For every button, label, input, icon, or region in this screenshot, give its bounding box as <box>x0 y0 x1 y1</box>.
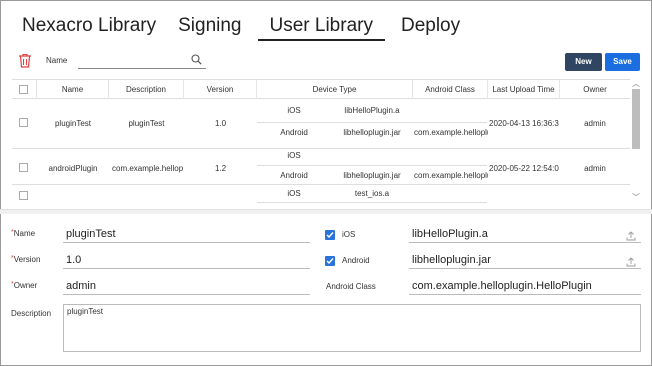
owner-field[interactable]: admin <box>63 279 310 295</box>
save-button[interactable]: Save <box>605 53 640 71</box>
select-all-checkbox[interactable] <box>19 85 28 94</box>
check-icon <box>326 232 334 239</box>
column-header-version[interactable]: Version <box>184 80 257 100</box>
row-name: pluginTest <box>54 119 92 128</box>
row-android-file: libhelloplugin.jar <box>343 171 401 180</box>
row-divider <box>257 165 487 166</box>
scroll-down-icon[interactable]: ﹀ <box>632 194 640 202</box>
column-header-device-type[interactable]: Device Type <box>257 80 413 100</box>
search-icon[interactable] <box>191 54 202 65</box>
row-ios-file: libHelloPlugin.a <box>344 106 400 115</box>
row-android-class: com.example.helloplug <box>414 171 488 180</box>
android-class-label: Android Class <box>326 282 376 291</box>
row-checkbox[interactable] <box>19 118 28 127</box>
description-field[interactable]: pluginTest <box>63 304 641 352</box>
android-label: Android <box>342 256 370 265</box>
row-divider <box>257 202 487 203</box>
table-row[interactable]: androidPlugin com.example.hellop 1.2 iOS… <box>12 149 630 185</box>
row-android-class: com.example.helloplug <box>414 128 488 137</box>
row-upload-time: 2020-05-22 12:54:0 <box>489 164 559 173</box>
row-ios-label: iOS <box>287 151 301 160</box>
owner-field-label: *Owner <box>11 281 38 290</box>
check-icon <box>326 258 334 265</box>
column-header-owner[interactable]: Owner <box>560 80 630 100</box>
row-checkbox[interactable] <box>19 163 28 172</box>
version-field-label: *Version <box>11 255 41 264</box>
search-name-label: Name <box>46 56 68 65</box>
column-header-last-upload-time[interactable]: Last Upload Time <box>488 80 560 100</box>
tab-user-library[interactable]: User Library <box>257 13 385 41</box>
ios-checkbox[interactable] <box>325 230 335 240</box>
ios-label: iOS <box>342 230 356 239</box>
grid-header: Name Description Version Device Type And… <box>12 79 630 100</box>
row-description: com.example.hellop <box>112 164 184 173</box>
description-field-label: Description <box>11 309 52 318</box>
upload-icon[interactable] <box>626 231 636 241</box>
column-header-name[interactable]: Name <box>37 80 109 100</box>
android-class-field[interactable]: com.example.helloplugin.HelloPlugin <box>409 279 641 295</box>
row-android-file: libhelloplugin.jar <box>343 128 401 137</box>
tab-nexacro-library[interactable]: Nexacro Library <box>16 13 162 41</box>
row-android-label: Android <box>280 128 308 137</box>
android-checkbox[interactable] <box>325 256 335 266</box>
row-ios-file: test_ios.a <box>354 189 390 198</box>
column-header-android-class[interactable]: Android Class <box>413 80 488 100</box>
android-file-field[interactable]: libhelloplugin.jar <box>409 253 641 269</box>
name-field-label: *Name <box>11 229 36 238</box>
search-input[interactable] <box>78 52 188 70</box>
library-grid: Name Description Version Device Type And… <box>12 79 642 206</box>
ios-file-field[interactable]: libHelloPlugin.a <box>409 227 641 243</box>
name-field[interactable]: pluginTest <box>63 227 310 243</box>
row-divider <box>257 122 487 123</box>
row-version: 1.0 <box>214 119 227 128</box>
grid-vertical-scrollbar[interactable]: ︿ ﹀ <box>630 79 642 206</box>
version-field[interactable]: 1.0 <box>63 253 310 269</box>
row-owner: admin <box>584 164 606 173</box>
table-row[interactable]: iOS test_ios.a <box>12 185 630 206</box>
new-button[interactable]: New <box>565 53 602 71</box>
row-upload-time: 2020-04-13 16:36:3 <box>489 119 559 128</box>
row-name: androidPlugin <box>48 164 98 173</box>
row-version: 1.2 <box>214 164 227 173</box>
row-ios-label: iOS <box>287 106 301 115</box>
row-owner: admin <box>584 119 606 128</box>
header-select-all-cell <box>12 80 37 100</box>
panel-divider <box>0 209 652 214</box>
scroll-up-icon[interactable]: ︿ <box>632 80 640 88</box>
tab-deploy[interactable]: Deploy <box>395 13 466 41</box>
tab-signing[interactable]: Signing <box>172 13 247 41</box>
row-android-label: Android <box>280 171 308 180</box>
row-checkbox[interactable] <box>19 191 28 200</box>
row-description: pluginTest <box>128 119 165 128</box>
column-header-description[interactable]: Description <box>109 80 184 100</box>
trash-icon[interactable] <box>18 53 32 68</box>
scrollbar-thumb[interactable] <box>632 89 640 149</box>
row-ios-label: iOS <box>287 189 301 198</box>
table-row[interactable]: pluginTest pluginTest 1.0 iOS libHelloPl… <box>12 99 630 149</box>
search-field <box>78 51 206 70</box>
tab-bar: Nexacro Library Signing User Library Dep… <box>16 13 476 43</box>
upload-icon[interactable] <box>626 257 636 267</box>
